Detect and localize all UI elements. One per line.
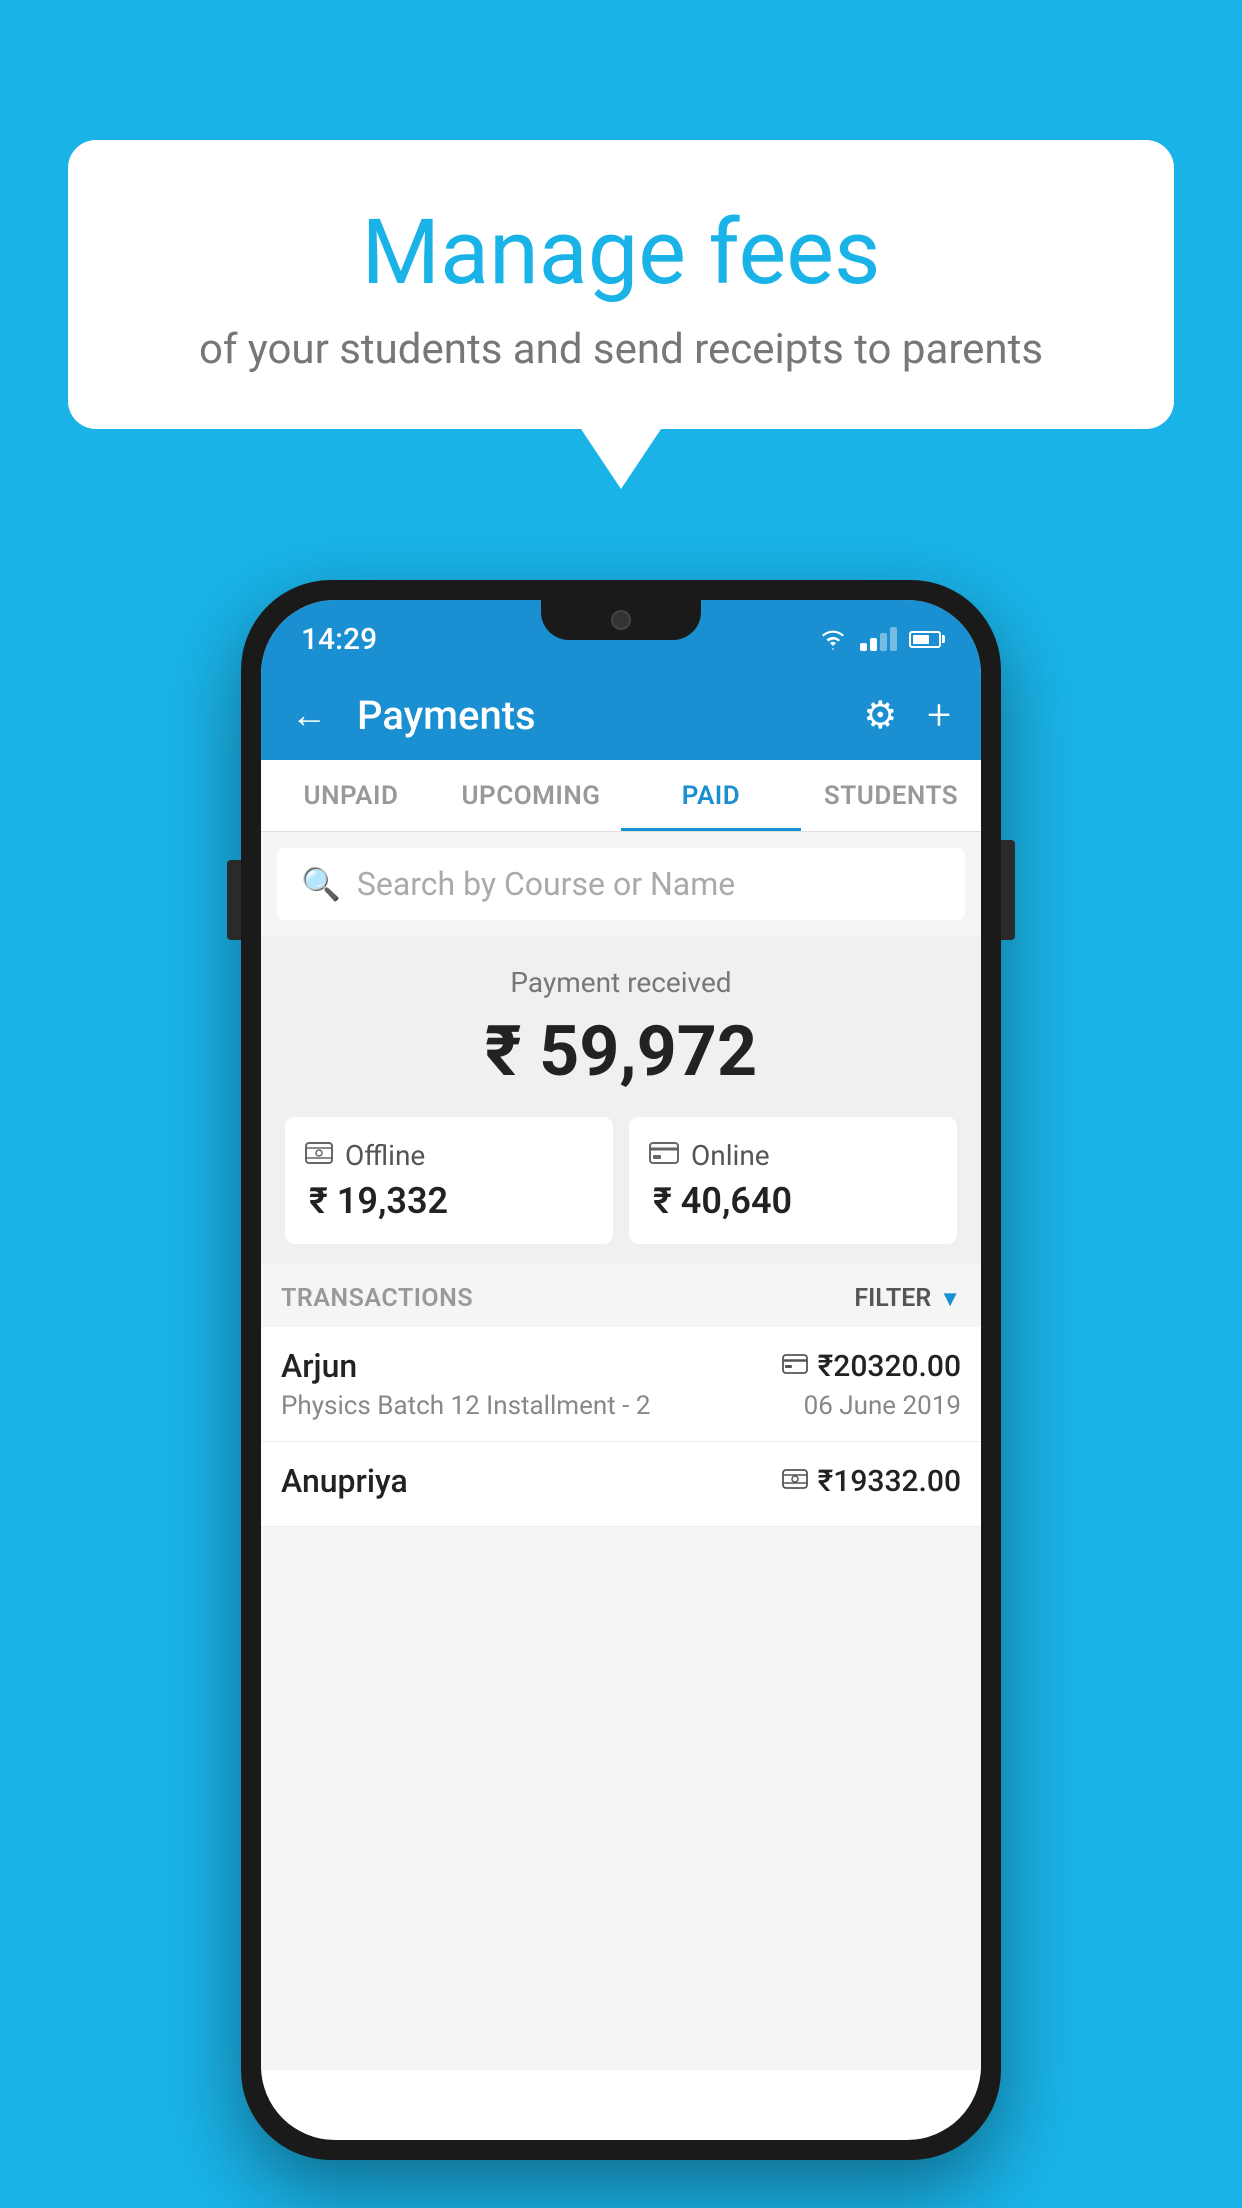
transaction-amount-row: ₹19332.00 [782,1464,961,1499]
transaction-name: Arjun [281,1347,357,1385]
payment-cards: Offline ₹ 19,332 [281,1117,961,1244]
phone-outer: 14:29 [241,580,1001,2160]
transaction-name: Anupriya [281,1462,408,1500]
tab-unpaid[interactable]: UNPAID [261,760,441,831]
back-button[interactable]: ← [291,694,327,736]
status-time: 14:29 [301,622,377,657]
speech-bubble-container: Manage fees of your students and send re… [68,140,1174,489]
add-button[interactable]: + [927,691,951,740]
search-bar[interactable]: 🔍 Search by Course or Name [277,848,965,920]
main-content: 🔍 Search by Course or Name Payment recei… [261,832,981,2070]
app-bar: ← Payments ⚙ + [261,670,981,760]
transaction-course: Physics Batch 12 Installment - 2 [281,1391,650,1421]
offline-card-header: Offline [305,1139,425,1172]
online-type-label: Online [691,1139,770,1172]
search-placeholder: Search by Course or Name [357,865,735,903]
payment-summary: Payment received ₹ 59,972 [261,936,981,1264]
online-payment-card: Online ₹ 40,640 [629,1117,957,1244]
speech-bubble-subtitle: of your students and send receipts to pa… [128,325,1114,374]
online-card-header: Online [649,1139,770,1172]
transaction-row1: Anupriya [281,1462,961,1500]
tab-upcoming[interactable]: UPCOMING [441,760,621,831]
transaction-amount-row: ₹20320.00 [782,1349,961,1384]
transactions-label: TRANSACTIONS [281,1284,473,1313]
transaction-list: Arjun ₹20320.00 [261,1327,981,1527]
online-amount: ₹ 40,640 [649,1180,792,1222]
transaction-row2: Physics Batch 12 Installment - 2 06 June… [281,1391,961,1421]
table-row[interactable]: Arjun ₹20320.00 [261,1327,981,1442]
signal-icon [860,627,897,651]
front-camera [611,610,631,630]
transaction-amount: ₹20320.00 [818,1349,961,1384]
speech-bubble: Manage fees of your students and send re… [68,140,1174,429]
filter-icon: ▼ [939,1286,961,1312]
app-bar-title: Payments [357,692,843,739]
card-payment-icon [782,1351,808,1381]
table-row[interactable]: Anupriya [261,1442,981,1527]
offline-amount: ₹ 19,332 [305,1180,448,1222]
tab-paid[interactable]: PAID [621,760,801,831]
transaction-amount: ₹19332.00 [818,1464,961,1499]
payment-total-amount: ₹ 59,972 [281,1011,961,1093]
phone-notch [541,600,701,640]
search-icon: 🔍 [301,865,341,903]
status-icons [818,627,941,651]
speech-bubble-tail [581,429,661,489]
battery-fill [913,635,929,644]
filter-button[interactable]: FILTER ▼ [854,1284,961,1313]
wifi-icon [818,628,848,650]
speech-bubble-title: Manage fees [128,200,1114,305]
app-bar-actions: ⚙ + [863,691,951,740]
cash-icon [305,1141,333,1171]
phone-device: 14:29 [241,580,1001,2160]
app-content: 14:29 [261,600,981,2070]
tab-bar: UNPAID UPCOMING PAID STUDENTS [261,760,981,832]
transaction-row1: Arjun ₹20320.00 [281,1347,961,1385]
filter-label: FILTER [854,1284,931,1313]
settings-icon[interactable]: ⚙ [863,693,897,738]
offline-type-label: Offline [345,1139,425,1172]
transaction-date: 06 June 2019 [804,1391,961,1421]
card-icon [649,1141,679,1171]
payment-received-label: Payment received [281,966,961,999]
transactions-header: TRANSACTIONS FILTER ▼ [261,1264,981,1327]
tab-students[interactable]: STUDENTS [801,760,981,831]
phone-screen: 14:29 [261,600,981,2140]
battery-icon [909,631,941,648]
offline-payment-card: Offline ₹ 19,332 [285,1117,613,1244]
cash-payment-icon [782,1466,808,1496]
